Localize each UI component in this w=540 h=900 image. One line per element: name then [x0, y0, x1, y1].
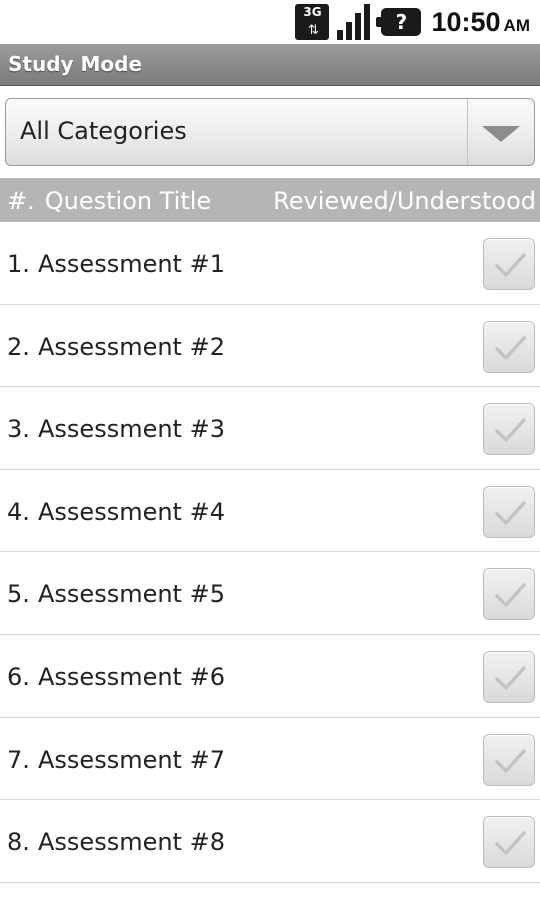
question-number: 5.	[7, 580, 30, 609]
battery-symbol: ?	[395, 10, 408, 34]
network-type: 3G	[303, 5, 322, 19]
reviewed-checkbox[interactable]	[483, 238, 535, 290]
question-title: Assessment #6	[38, 662, 225, 691]
question-number: 4.	[7, 497, 30, 526]
data-activity-icon: ⇅	[308, 23, 319, 38]
question-title: Assessment #7	[38, 745, 225, 774]
question-title: Assessment #5	[38, 580, 225, 609]
question-title: Assessment #1	[38, 250, 225, 278]
reviewed-checkbox[interactable]	[483, 485, 535, 538]
list-item[interactable]: 3. Assessment #3	[0, 387, 540, 470]
list-item[interactable]: 2. Assessment #2	[0, 305, 540, 388]
question-title: Assessment #3	[38, 415, 225, 444]
title-bar: Study Mode	[0, 44, 540, 86]
list-item[interactable]: 5. Assessment #5	[0, 552, 540, 635]
list-item[interactable]: 8. Assessment #8	[0, 800, 540, 883]
checkmark-icon	[495, 831, 526, 855]
list-item[interactable]: 6. Assessment #6	[0, 635, 540, 718]
clock-ampm: AM	[503, 15, 530, 35]
checkmark-icon	[495, 666, 526, 690]
page-title: Study Mode	[8, 52, 143, 76]
list-column-header: #. Question Title Reviewed/Understood	[0, 178, 540, 222]
status-clock: 10:50 AM	[431, 7, 530, 38]
question-number: 2.	[7, 332, 30, 361]
status-bar: 3G ⇅ ? 10:50 AM	[0, 0, 540, 44]
header-question-title: Question Title	[44, 187, 212, 215]
question-number: 1.	[7, 250, 30, 278]
signal-strength-icon	[337, 4, 371, 40]
reviewed-checkbox[interactable]	[483, 733, 535, 786]
question-number: 7.	[7, 745, 30, 774]
network-3g-icon: 3G ⇅	[295, 4, 330, 40]
checkmark-icon	[495, 501, 526, 525]
list-item[interactable]: 7. Assessment #7	[0, 718, 540, 801]
question-number: 3.	[7, 415, 30, 444]
status-icons: 3G ⇅ ? 10:50 AM	[295, 0, 530, 44]
checkmark-icon	[495, 418, 526, 442]
category-dropdown-value: All Categories	[20, 117, 187, 145]
reviewed-checkbox[interactable]	[483, 320, 535, 373]
checkmark-icon	[495, 748, 526, 773]
category-dropdown[interactable]: All Categories	[5, 98, 535, 166]
list-item[interactable]: 4. Assessment #4	[0, 470, 540, 553]
list-item[interactable]: 1. Assessment #1	[0, 222, 540, 305]
reviewed-checkbox[interactable]	[483, 403, 535, 456]
question-title: Assessment #4	[38, 497, 225, 526]
question-title: Assessment #8	[38, 828, 225, 857]
checkmark-icon	[495, 583, 526, 608]
question-list: 1. Assessment #1 2. Assessment #2 3. Ass…	[0, 222, 540, 883]
reviewed-checkbox[interactable]	[483, 650, 535, 703]
header-reviewed-understood: Reviewed/Understood	[273, 187, 536, 215]
reviewed-checkbox[interactable]	[483, 568, 535, 621]
question-number: 8.	[7, 828, 30, 857]
checkmark-icon	[495, 253, 526, 277]
clock-time: 10:50	[431, 6, 501, 37]
header-number: #.	[7, 187, 35, 215]
reviewed-checkbox[interactable]	[483, 816, 535, 869]
question-title: Assessment #2	[38, 332, 225, 361]
dropdown-divider	[467, 99, 468, 165]
chevron-down-icon	[482, 126, 520, 142]
battery-unknown-icon: ?	[376, 8, 422, 36]
checkmark-icon	[495, 335, 526, 360]
question-number: 6.	[7, 662, 30, 691]
header-left: #. Question Title	[7, 187, 211, 215]
